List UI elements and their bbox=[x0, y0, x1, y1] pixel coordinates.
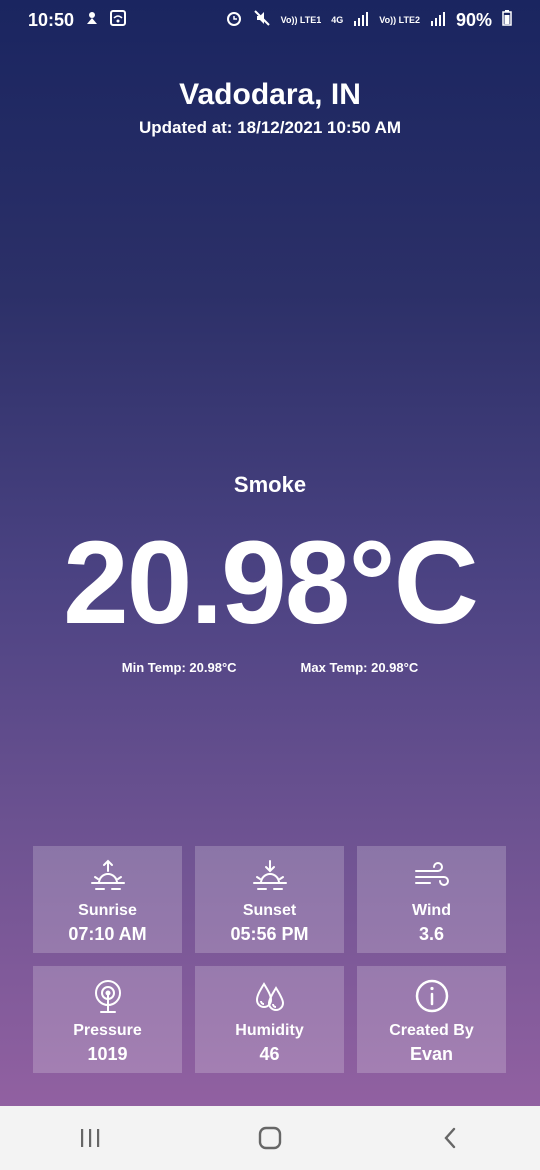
navigation-bar bbox=[0, 1106, 540, 1170]
pressure-label: Pressure bbox=[73, 1022, 142, 1039]
info-icon bbox=[414, 978, 450, 1014]
notification-icon bbox=[84, 10, 100, 31]
card-wind: Wind 3.6 bbox=[357, 846, 506, 953]
card-created-by: Created By Evan bbox=[357, 966, 506, 1073]
wifi-hotspot-icon bbox=[110, 9, 127, 31]
temperature: 20.98°C bbox=[63, 517, 479, 649]
updated-at: Updated at: 18/12/2021 10:50 AM bbox=[138, 118, 402, 137]
created-by-value: Evan bbox=[409, 1044, 454, 1064]
battery-level: 90% bbox=[455, 9, 492, 30]
sunrise-icon bbox=[90, 858, 126, 894]
min-max-temp: Min Temp: 20.98°C Max Temp: 20.98°C bbox=[0, 660, 540, 675]
humidity-label: Humidity bbox=[235, 1022, 304, 1039]
home-button[interactable] bbox=[240, 1118, 300, 1158]
recent-apps-icon bbox=[81, 1129, 100, 1147]
network-lte1: Vo)) LTE1 bbox=[280, 14, 322, 25]
battery-icon bbox=[502, 9, 512, 31]
card-sunset: Sunset 05:56 PM bbox=[195, 846, 344, 953]
created-by-label: Created By bbox=[389, 1022, 474, 1039]
recent-apps-button[interactable] bbox=[60, 1118, 120, 1158]
sunset-value: 05:56 PM bbox=[230, 924, 309, 944]
signal-icon bbox=[353, 10, 369, 31]
sunset-label: Sunset bbox=[242, 902, 297, 919]
city-name: Vadodara, IN bbox=[179, 78, 361, 111]
clock: 10:50 bbox=[28, 9, 75, 30]
back-icon bbox=[444, 1127, 456, 1149]
status-bar: 10:50 Vo)) LTE1 4G Vo)) LTE2 90% bbox=[0, 0, 540, 40]
weather-status: Smoke bbox=[233, 472, 307, 497]
humidity-value: 46 bbox=[259, 1044, 280, 1064]
card-humidity: Humidity 46 bbox=[195, 966, 344, 1073]
network-lte2: Vo)) LTE2 bbox=[379, 14, 420, 25]
network-4g: 4G bbox=[331, 14, 344, 25]
header: Vadodara, IN Updated at: 18/12/2021 10:5… bbox=[0, 78, 540, 138]
sunset-icon bbox=[252, 858, 288, 894]
pressure-icon bbox=[90, 978, 126, 1014]
pressure-value: 1019 bbox=[87, 1044, 128, 1064]
card-sunrise: Sunrise 07:10 AM bbox=[33, 846, 182, 953]
wind-icon bbox=[414, 858, 450, 894]
details-grid: Sunrise 07:10 AM Sunset 05:56 PM Wind 3.… bbox=[33, 846, 507, 1073]
humidity-icon bbox=[252, 978, 288, 1014]
mute-icon bbox=[253, 9, 271, 32]
wind-value: 3.6 bbox=[418, 924, 445, 944]
home-icon bbox=[258, 1126, 282, 1150]
sunrise-label: Sunrise bbox=[78, 902, 137, 919]
back-button[interactable] bbox=[420, 1118, 480, 1158]
card-pressure: Pressure 1019 bbox=[33, 966, 182, 1073]
sunrise-value: 07:10 AM bbox=[68, 924, 147, 944]
min-temp: Min Temp: 20.98°C bbox=[121, 660, 237, 675]
signal-icon-2 bbox=[430, 10, 446, 31]
max-temp: Max Temp: 20.98°C bbox=[300, 660, 419, 675]
alarm-icon bbox=[225, 9, 243, 32]
wind-label: Wind bbox=[412, 902, 451, 919]
